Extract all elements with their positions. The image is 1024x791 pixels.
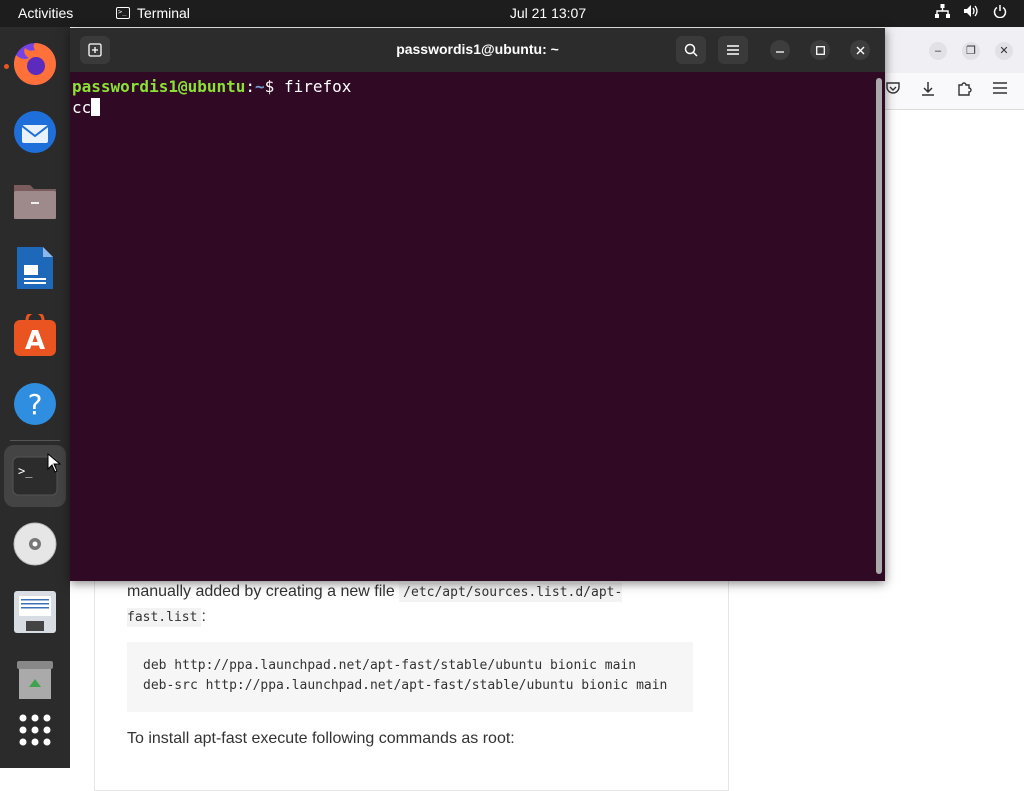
typed-input: cc: [72, 98, 92, 117]
system-menu[interactable]: [934, 4, 1008, 21]
prompt-path: ~: [255, 77, 265, 96]
dvd-drive-icon[interactable]: [10, 519, 60, 569]
trash-icon[interactable]: [10, 655, 60, 705]
svg-text:A: A: [25, 326, 45, 356]
webpage-content: manually added by creating a new file /e…: [70, 570, 884, 791]
help-icon[interactable]: ?: [10, 379, 60, 429]
minimize-icon: [776, 51, 784, 53]
scrollbar[interactable]: [876, 78, 882, 574]
terminal-output[interactable]: passwordis1@ubuntu:~$ firefox cc: [72, 76, 351, 118]
power-icon: [992, 4, 1008, 21]
dock-separator: [10, 440, 60, 441]
prompt-separator: :: [245, 77, 256, 96]
browser-minimize-button[interactable]: –: [929, 42, 947, 60]
ubuntu-software-icon[interactable]: A: [10, 311, 60, 361]
libreoffice-writer-icon[interactable]: [10, 243, 60, 293]
prompt-user: passwordis1@ubuntu: [72, 77, 246, 96]
command-text: firefox: [283, 77, 352, 96]
terminal-title: passwordis1@ubuntu: ~: [396, 41, 559, 57]
pocket-icon[interactable]: [886, 81, 900, 100]
svg-text:?: ?: [28, 388, 43, 421]
terminal-window[interactable]: passwordis1@ubuntu: ~ passwordis1@ubuntu…: [70, 28, 885, 581]
svg-text:>_: >_: [18, 464, 33, 478]
running-indicator: [4, 64, 9, 69]
browser-close-button[interactable]: ✕: [995, 42, 1013, 60]
paragraph-2: To install apt-fast execute following co…: [127, 730, 515, 747]
menu-icon[interactable]: [992, 81, 1008, 100]
paragraph: manually added by creating a new file /e…: [127, 580, 687, 630]
prompt-dollar: $: [264, 77, 284, 96]
clock[interactable]: Jul 21 13:07: [0, 5, 1024, 21]
paragraph-end: :: [201, 608, 206, 625]
browser-titlebar: – ❐ ✕: [884, 27, 1024, 73]
code-block: deb http://ppa.launchpad.net/apt-fast/st…: [127, 642, 693, 712]
maximize-icon: [815, 45, 825, 55]
maximize-button[interactable]: [810, 40, 830, 60]
extensions-icon[interactable]: [956, 81, 972, 102]
minimize-button[interactable]: [770, 40, 790, 60]
text-document-icon[interactable]: [10, 587, 60, 637]
firefox-icon[interactable]: [10, 39, 60, 89]
close-button[interactable]: [850, 40, 870, 60]
paragraph-text: manually added by creating a new file: [127, 583, 400, 600]
volume-icon: [963, 4, 979, 21]
downloads-icon[interactable]: [920, 81, 936, 102]
dock: A ? >_: [0, 27, 70, 768]
close-icon: [856, 46, 864, 54]
terminal-headerbar: passwordis1@ubuntu: ~: [70, 28, 885, 72]
files-icon[interactable]: [10, 175, 60, 225]
browser-toolbar: [884, 73, 1024, 110]
show-applications-icon[interactable]: [10, 705, 60, 755]
browser-window: – ❐ ✕: [884, 27, 1024, 768]
article-card: manually added by creating a new file /e…: [94, 570, 729, 791]
text-cursor: [91, 98, 101, 116]
top-bar: Activities >_ Terminal Jul 21 13:07: [0, 0, 1024, 27]
thunderbird-icon[interactable]: [10, 107, 60, 157]
search-button[interactable]: [676, 36, 706, 64]
hamburger-icon: [727, 45, 739, 55]
mouse-pointer-icon: [47, 453, 61, 473]
hamburger-menu-button[interactable]: [718, 36, 748, 64]
search-icon: [684, 43, 698, 57]
network-icon: [934, 4, 950, 21]
browser-maximize-button[interactable]: ❐: [962, 42, 980, 60]
